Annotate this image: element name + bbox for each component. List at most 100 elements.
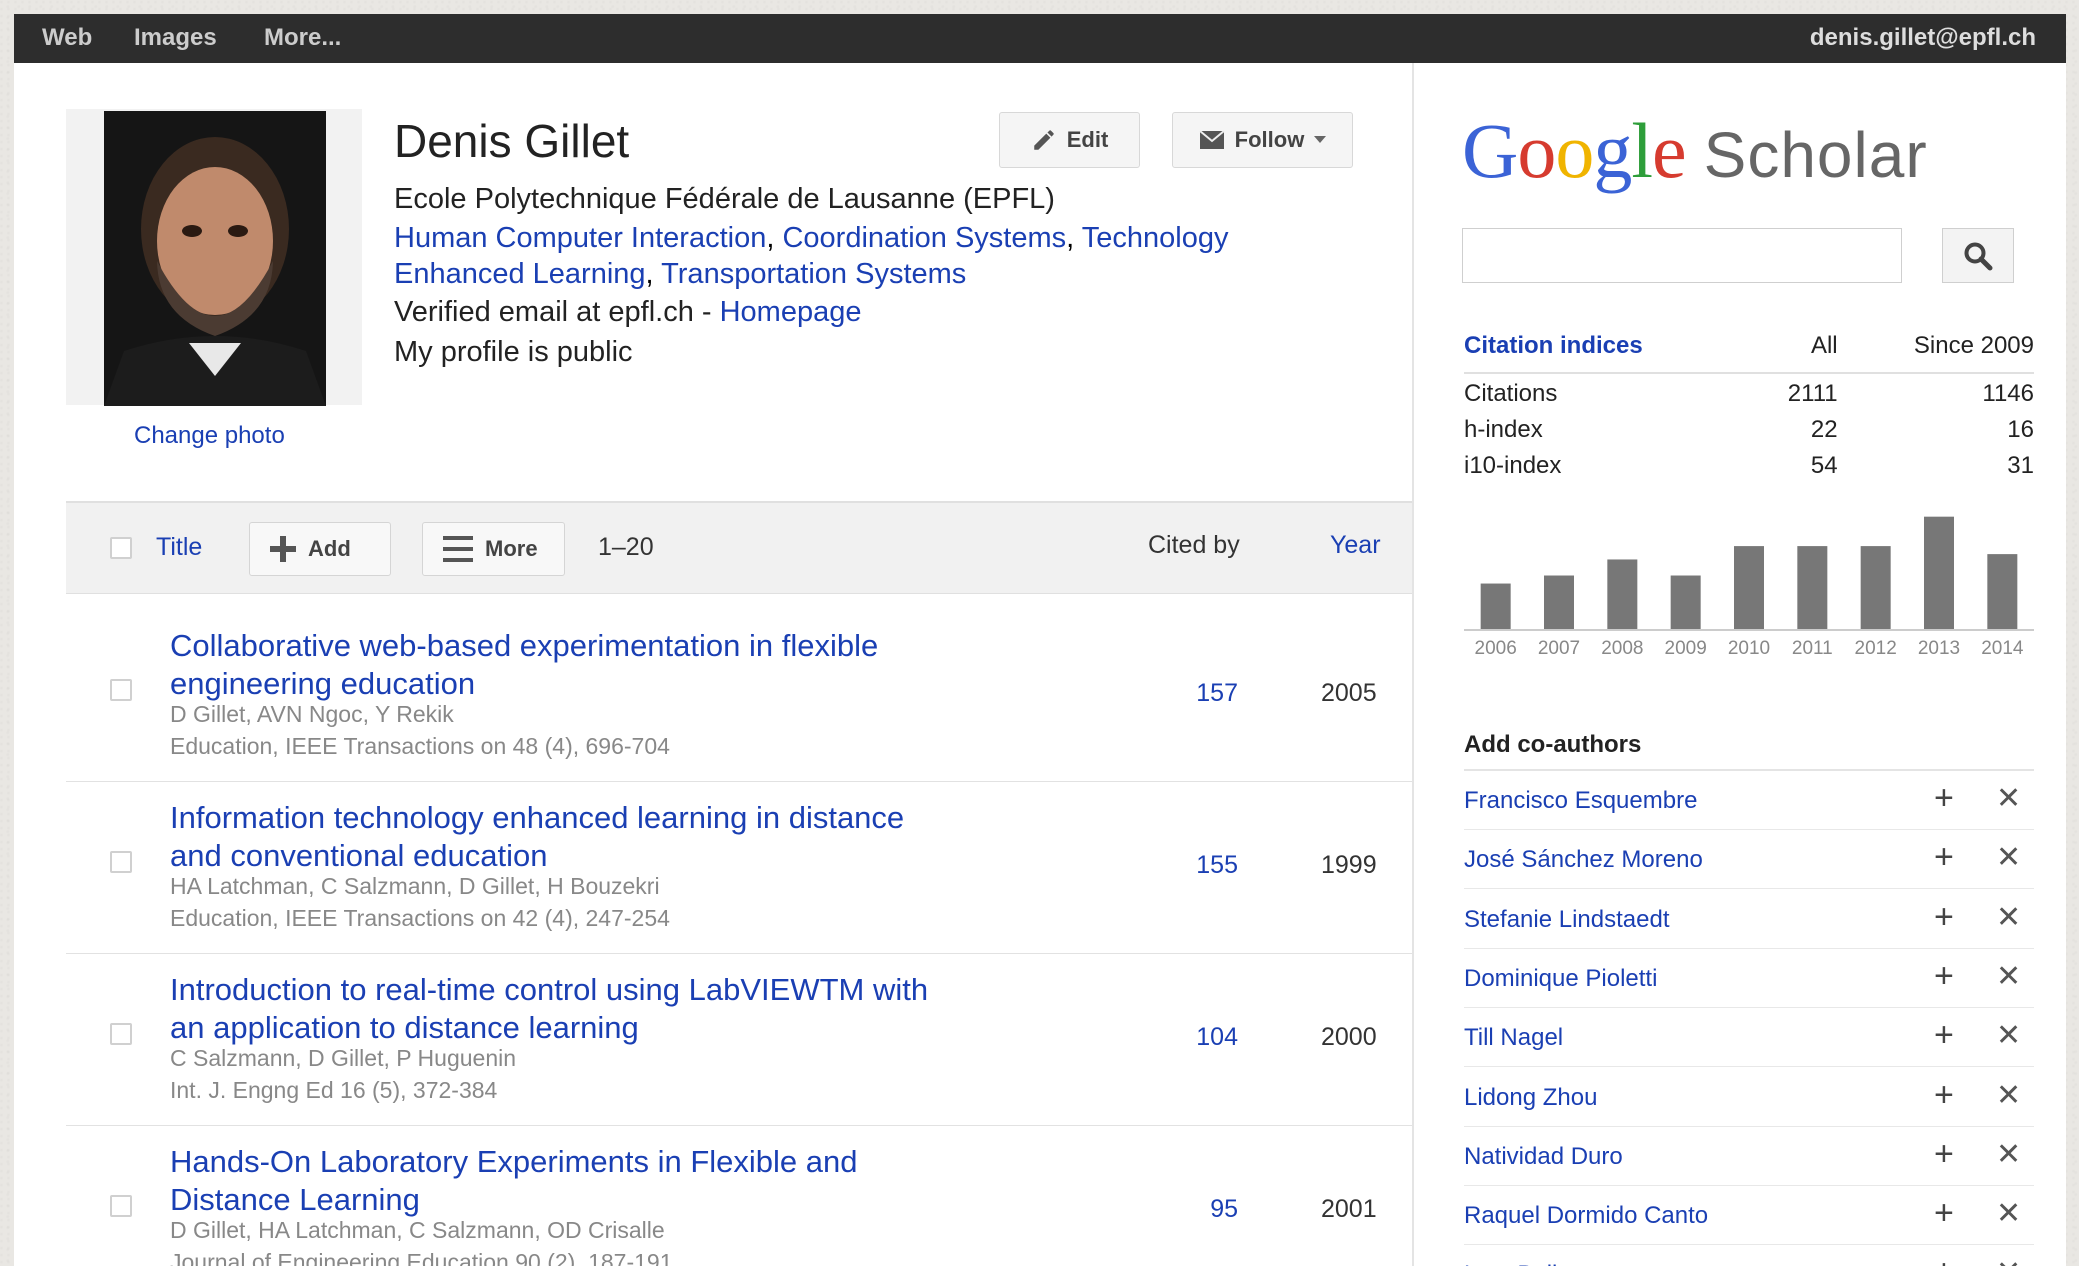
metric-label: i10-index	[1464, 452, 1562, 479]
article-title[interactable]: Collaborative web-based experimentation …	[170, 627, 950, 703]
user-account[interactable]: denis.gillet@epfl.ch	[1810, 24, 2036, 52]
nav-web[interactable]: Web	[42, 24, 92, 52]
coauthor-row: José Sánchez Moreno + ✕	[1464, 830, 2034, 890]
add-coauthor-icon[interactable]: +	[1934, 957, 1954, 996]
chart-tick-label: 2010	[1728, 638, 1770, 659]
profile-photo[interactable]	[104, 111, 326, 406]
chart-bar[interactable]	[1480, 583, 1511, 629]
select-all-checkbox[interactable]	[110, 537, 132, 559]
add-coauthor-icon[interactable]: +	[1934, 1016, 1954, 1055]
chart-bar[interactable]	[1607, 559, 1638, 629]
article-cited-by[interactable]: 95	[1178, 1195, 1238, 1224]
metric-label: Citations	[1464, 380, 1558, 407]
article-cited-by[interactable]: 104	[1178, 1023, 1238, 1052]
chart-tick-label: 2007	[1538, 638, 1580, 659]
chart-tick-label: 2006	[1475, 638, 1517, 659]
column-since: Since 2009	[1837, 332, 2034, 374]
sort-by-title[interactable]: Title	[156, 533, 202, 562]
scholar-search-input[interactable]	[1462, 228, 1902, 283]
more-button[interactable]: More	[422, 522, 565, 576]
add-coauthor-icon[interactable]: +	[1934, 898, 1954, 937]
change-photo-link[interactable]: Change photo	[134, 422, 285, 450]
article-title[interactable]: Introduction to real-time control using …	[170, 971, 950, 1047]
more-label: More	[485, 536, 538, 561]
coauthor-row: Till Nagel + ✕	[1464, 1008, 2034, 1068]
article-checkbox[interactable]	[110, 679, 132, 701]
coauthor-name[interactable]: Dominique Pioletti	[1464, 965, 1657, 993]
article-checkbox[interactable]	[110, 1195, 132, 1217]
profile-interests: Human Computer Interaction, Coordination…	[394, 222, 1229, 290]
dismiss-coauthor-icon[interactable]: ✕	[1996, 1078, 2021, 1113]
chart-tick-label: 2008	[1601, 638, 1643, 659]
article-year: 2001	[1321, 1195, 1377, 1223]
column-all: All	[1756, 332, 1838, 374]
search-button[interactable]	[1942, 228, 2014, 283]
add-coauthor-icon[interactable]: +	[1934, 779, 1954, 818]
google-scholar-logo[interactable]: Google Scholar	[1462, 106, 1928, 196]
dismiss-coauthor-icon[interactable]: ✕	[1996, 1196, 2021, 1231]
article-checkbox[interactable]	[110, 851, 132, 873]
coauthor-name[interactable]: Raquel Dormido Canto	[1464, 1202, 1708, 1230]
add-button[interactable]: Add	[249, 522, 391, 576]
coauthor-name[interactable]: José Sánchez Moreno	[1464, 846, 1703, 874]
article-year: 2000	[1321, 1023, 1377, 1051]
article-title[interactable]: Hands-On Laboratory Experiments in Flexi…	[170, 1143, 950, 1219]
coauthor-name[interactable]: Till Nagel	[1464, 1024, 1563, 1052]
dismiss-coauthor-icon[interactable]: ✕	[1996, 781, 2021, 816]
verified-email: Verified email at epfl.ch - Homepage	[394, 296, 861, 329]
metric-since: 16	[2007, 416, 2034, 443]
coauthor-name[interactable]: Stefanie Lindstaedt	[1464, 906, 1670, 934]
article-cited-by[interactable]: 157	[1178, 679, 1238, 708]
article-checkbox[interactable]	[110, 1023, 132, 1045]
chart-bar[interactable]	[1670, 575, 1701, 629]
article-venue: Journal of Engineering Education 90 (2),…	[170, 1249, 673, 1266]
dismiss-coauthor-icon[interactable]: ✕	[1996, 1255, 2021, 1266]
dismiss-coauthor-icon[interactable]: ✕	[1996, 959, 2021, 994]
add-coauthor-icon[interactable]: +	[1934, 1194, 1954, 1233]
coauthor-name[interactable]: Natividad Duro	[1464, 1143, 1623, 1171]
coauthor-name[interactable]: Francisco Esquembre	[1464, 787, 1697, 815]
article-venue: Int. J. Engng Ed 16 (5), 372-384	[170, 1077, 498, 1103]
interest-link[interactable]: Transportation Systems	[661, 258, 966, 290]
nav-images[interactable]: Images	[134, 24, 217, 52]
sort-by-year[interactable]: Year	[1330, 531, 1381, 560]
chart-tick-label: 2014	[1981, 638, 2024, 659]
chart-bar[interactable]	[1734, 546, 1764, 629]
follow-button[interactable]: Follow	[1172, 112, 1353, 168]
add-coauthor-icon[interactable]: +	[1934, 1135, 1954, 1174]
edit-button[interactable]: Edit	[999, 112, 1140, 168]
edit-label: Edit	[1066, 127, 1109, 152]
caret-down-icon	[1314, 136, 1327, 143]
add-coauthor-icon[interactable]: +	[1934, 1076, 1954, 1115]
article-authors: HA Latchman, C Salzmann, D Gillet, H Bou…	[170, 873, 660, 899]
sort-by-cited[interactable]: Cited by	[1148, 531, 1240, 560]
chart-bar[interactable]	[1544, 575, 1574, 629]
interest-link[interactable]: Human Computer Interaction	[394, 222, 766, 254]
chart-bar[interactable]	[1797, 546, 1828, 629]
metric-all: 54	[1810, 452, 1838, 479]
nav-more[interactable]: More...	[264, 24, 341, 52]
plus-icon	[270, 536, 296, 562]
coauthor-row: Lars Bollen + ✕	[1464, 1245, 2034, 1266]
dismiss-coauthor-icon[interactable]: ✕	[1996, 1137, 2021, 1172]
citation-indices-heading[interactable]: Citation indices	[1464, 332, 1757, 374]
profile-affiliation: Ecole Polytechnique Fédérale de Lausanne…	[394, 183, 1055, 215]
coauthor-name[interactable]: Lidong Zhou	[1464, 1084, 1597, 1112]
article-cited-by[interactable]: 155	[1178, 851, 1238, 880]
article-title[interactable]: Information technology enhanced learning…	[170, 799, 950, 875]
pencil-icon	[1033, 130, 1054, 150]
homepage-link[interactable]: Homepage	[720, 296, 862, 328]
chart-bar[interactable]	[1860, 546, 1891, 629]
dismiss-coauthor-icon[interactable]: ✕	[1996, 1018, 2021, 1053]
chart-bar[interactable]	[1924, 516, 1954, 629]
coauthor-name[interactable]: Lars Bollen	[1464, 1261, 1584, 1266]
dismiss-coauthor-icon[interactable]: ✕	[1996, 840, 2021, 875]
add-coauthor-icon[interactable]: +	[1934, 1253, 1954, 1266]
top-nav-bar: Web Images More... denis.gillet@epfl.ch	[14, 14, 2066, 63]
metric-label: h-index	[1464, 416, 1543, 443]
dismiss-coauthor-icon[interactable]: ✕	[1996, 900, 2021, 935]
chart-tick-label: 2011	[1792, 638, 1833, 659]
chart-bar[interactable]	[1987, 554, 2018, 629]
interest-link[interactable]: Coordination Systems	[782, 222, 1066, 254]
add-coauthor-icon[interactable]: +	[1934, 838, 1954, 877]
